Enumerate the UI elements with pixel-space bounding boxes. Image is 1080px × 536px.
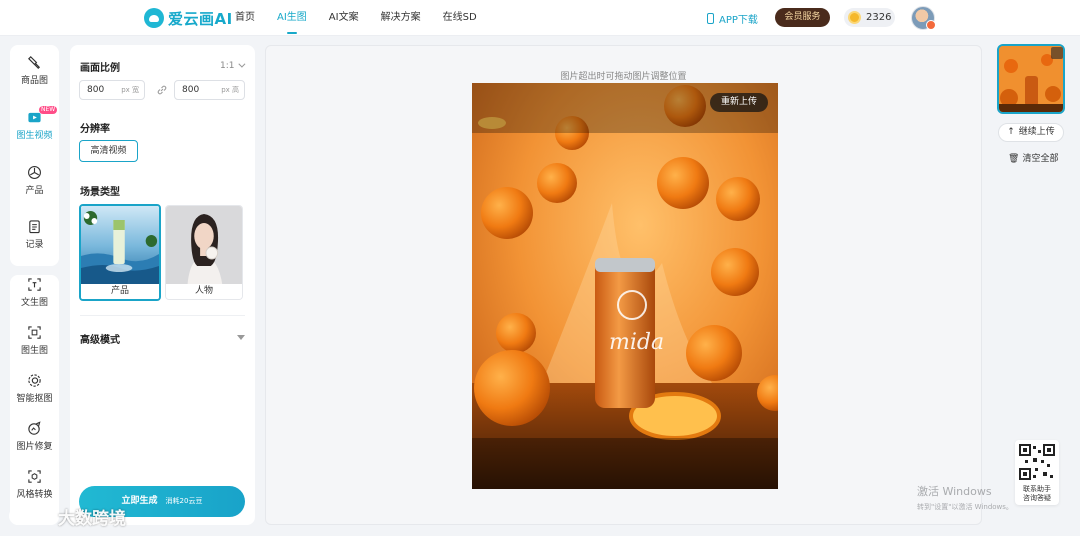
windows-activation-watermark: 激活 Windows 转到"设置"以激活 Windows。: [917, 483, 1013, 512]
coin-count: 2326: [866, 12, 892, 23]
link-icon[interactable]: [156, 84, 168, 96]
top-nav-bar: 爱云画AI 首页 AI生图 AI文案 解决方案 在线SD APP下载 会员服务 …: [0, 0, 1080, 36]
orange-drink-photo: mida: [472, 83, 778, 489]
sidebar-item-label: 产品: [25, 186, 44, 196]
product-scene-thumbnail: [81, 206, 159, 286]
text-to-image-icon: [28, 278, 41, 291]
style-icon: [28, 470, 41, 483]
qr-caption-line2: 咨询答疑: [1023, 494, 1051, 502]
qr-caption-line1: 联系助手: [1023, 485, 1051, 493]
resolution-section-title: 分辨率: [80, 124, 110, 135]
sidebar-item-label: 风格转换: [16, 490, 53, 500]
ratio-value: 1:1: [220, 61, 235, 71]
nav-online-sd[interactable]: 在线SD: [443, 0, 477, 36]
sidebar-item-label: 商品图: [20, 76, 48, 86]
qr-caption: 联系助手 咨询答疑: [1015, 485, 1059, 503]
scene-label: 产品: [81, 284, 159, 299]
qr-code-icon: [1019, 444, 1055, 480]
main-nav: 首页 AI生图 AI文案 解决方案 在线SD: [235, 0, 499, 36]
scene-option-product[interactable]: 产品: [79, 204, 161, 301]
brand-name: 爱云画AI: [168, 9, 233, 28]
sidebar-item-label: 图生视频: [16, 131, 53, 141]
tool-rail-primary: 商品图 NEW 图生视频 产品 记录: [10, 45, 59, 266]
continue-upload-label: 继续上传: [1018, 127, 1055, 137]
sidebar-item-image-to-image[interactable]: 图生图: [10, 325, 59, 356]
preview-canvas: 图片超出时可拖动图片调整位置 mida 重新上传: [265, 45, 982, 525]
tool-rail-secondary: 文生图 图生图 智能抠图 图片修复 风格转换: [10, 275, 59, 525]
image-to-image-icon: [28, 326, 41, 339]
height-input[interactable]: 800 px 高: [174, 80, 245, 100]
upload-arrow-icon: ↑: [1007, 127, 1015, 137]
clear-all-label: 清空全部: [1022, 154, 1059, 164]
clear-all-button[interactable]: 🗑 清空全部: [1008, 151, 1058, 164]
brand-logo[interactable]: 爱云画AI: [144, 7, 233, 29]
caret-down-icon[interactable]: [237, 335, 245, 340]
trash-icon: 🗑: [1008, 154, 1020, 164]
generate-label: 立即生成: [121, 496, 158, 506]
sidebar-item-label: 智能抠图: [16, 394, 53, 404]
reupload-button[interactable]: 重新上传: [710, 93, 768, 112]
scene-section-title: 场景类型: [80, 187, 120, 198]
sidebar-item-smart-cutout[interactable]: 智能抠图: [10, 373, 59, 404]
sidebar-item-label: 记录: [25, 240, 44, 250]
continue-upload-button[interactable]: ↑ 继续上传: [998, 123, 1064, 142]
app-download-label: APP下载: [719, 14, 758, 26]
can-label-text: mida: [609, 330, 664, 355]
site-watermark-text: 大数跨境: [58, 508, 126, 529]
sidebar-item-style-transfer[interactable]: 风格转换: [10, 469, 59, 500]
vip-service-button[interactable]: 会员服务: [775, 8, 830, 27]
resolution-option-hd-video[interactable]: 高清视频: [79, 140, 138, 162]
windows-watermark-line1: 激活 Windows: [917, 485, 992, 498]
app-download-link[interactable]: APP下载: [707, 11, 758, 26]
scene-option-person[interactable]: 人物: [165, 205, 243, 300]
delete-thumbnail-icon[interactable]: [1051, 47, 1063, 59]
uploaded-image[interactable]: mida 重新上传: [472, 83, 778, 489]
sidebar-item-text-to-image[interactable]: 文生图: [10, 277, 59, 308]
advanced-mode-title[interactable]: 高级模式: [80, 331, 120, 346]
cutout-icon: [28, 374, 41, 387]
chevron-down-icon: [238, 60, 246, 68]
phone-icon: [707, 12, 714, 24]
coin-icon: [848, 11, 861, 24]
scene-label: 人物: [166, 284, 242, 299]
height-unit: px 高: [221, 86, 239, 94]
drag-hint: 图片超出时可拖动图片调整位置: [560, 72, 687, 82]
generate-cost: 消耗20云豆: [165, 497, 203, 505]
windows-watermark-line2: 转到"设置"以激活 Windows。: [917, 503, 1013, 511]
repair-icon: [28, 421, 41, 435]
nav-home[interactable]: 首页: [235, 0, 255, 36]
ratio-select[interactable]: 1:1: [220, 60, 246, 71]
watermark-logo-icon: [9, 507, 49, 525]
sidebar-item-records[interactable]: 记录: [10, 219, 59, 250]
sidebar-item-image-repair[interactable]: 图片修复: [10, 421, 59, 452]
coin-balance[interactable]: 2326: [844, 8, 895, 27]
person-scene-thumbnail: [166, 206, 242, 286]
nav-solutions[interactable]: 解决方案: [381, 0, 421, 36]
ratio-section-title: 画面比例: [80, 63, 120, 74]
sidebar-item-label: 图生图: [20, 346, 48, 356]
record-icon: [29, 220, 40, 234]
height-value: 800: [182, 85, 200, 95]
sidebar-item-label: 文生图: [20, 298, 48, 308]
sidebar-item-label: 图片修复: [16, 442, 53, 452]
sidebar-item-product-image[interactable]: 商品图: [10, 55, 59, 86]
width-input[interactable]: 800 px 宽: [79, 80, 145, 100]
divider: [80, 315, 245, 316]
nav-ai-image[interactable]: AI生图: [277, 0, 307, 36]
settings-panel: 画面比例 1:1 800 px 宽 800 px 高 分辨率 高清视频 场景类型…: [70, 45, 255, 525]
new-badge: NEW: [39, 106, 58, 114]
width-value: 800: [87, 85, 105, 95]
sidebar-item-image-to-video[interactable]: NEW 图生视频: [10, 106, 59, 141]
site-watermark: 大数跨境: [8, 502, 126, 530]
nav-ai-copy[interactable]: AI文案: [329, 0, 359, 36]
width-unit: px 宽: [121, 86, 139, 94]
brush-icon: [28, 56, 41, 69]
product-icon: [28, 166, 41, 179]
cloud-logo-icon: [144, 8, 164, 28]
sidebar-item-product[interactable]: 产品: [10, 165, 59, 196]
assistant-qr-card[interactable]: 联系助手 咨询答疑: [1015, 440, 1059, 505]
user-avatar[interactable]: [911, 6, 936, 30]
